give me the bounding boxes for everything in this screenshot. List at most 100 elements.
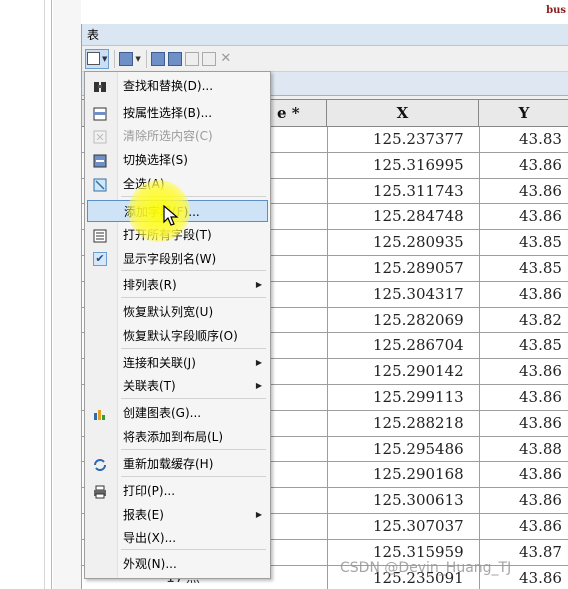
clear-selection-icon bbox=[93, 129, 107, 144]
menu-item[interactable]: ✔ 显示字段别名(W) bbox=[87, 248, 268, 270]
menu-item-label: 清除所选内容(C) bbox=[123, 129, 213, 143]
clear-selection-icon bbox=[184, 51, 199, 66]
column-header-label: X bbox=[396, 104, 409, 122]
menu-item-label: 恢复默认字段顺序(O) bbox=[123, 329, 238, 343]
x-cell: 125.311743 bbox=[373, 181, 464, 200]
x-cell: 125.299113 bbox=[373, 388, 464, 406]
binoculars-icon bbox=[93, 79, 107, 93]
menu-separator bbox=[121, 449, 266, 450]
submenu-arrow-icon: ▶ bbox=[255, 381, 262, 390]
y-cell: 43.86 bbox=[519, 388, 562, 406]
x-cell: 125.316995 bbox=[373, 155, 464, 174]
menu-separator bbox=[121, 270, 266, 271]
y-cell: 43.86 bbox=[519, 181, 562, 200]
bar-chart-icon bbox=[93, 406, 107, 420]
menu-item-label: 外观(N)... bbox=[123, 557, 177, 571]
x-cell: 125.290142 bbox=[373, 362, 464, 381]
table-options-icon bbox=[87, 52, 100, 65]
y-cell: 43.86 bbox=[519, 568, 562, 587]
menu-item[interactable]: 切换选择(S) bbox=[87, 149, 268, 171]
x-cell: 125.295486 bbox=[373, 439, 464, 458]
column-header-label: Y bbox=[518, 104, 530, 122]
printer-icon bbox=[93, 484, 107, 499]
menu-item[interactable]: 将表添加到布局(L) bbox=[87, 426, 268, 448]
menu-item[interactable]: 打印(P)... bbox=[87, 480, 268, 502]
menu-item-label: 切换选择(S) bbox=[123, 153, 188, 167]
menu-item[interactable]: 恢复默认字段顺序(O) bbox=[87, 325, 268, 347]
x-cell: 125.304317 bbox=[373, 284, 464, 303]
menu-separator bbox=[121, 549, 266, 550]
y-cell: 43.85 bbox=[519, 233, 562, 252]
menu-item-label: 将表添加到布局(L) bbox=[123, 430, 224, 444]
related-tables-icon bbox=[119, 51, 134, 66]
menu-item[interactable]: 创建图表(G)... bbox=[87, 402, 268, 424]
top-area: bus bbox=[81, 0, 568, 24]
select-by-attributes-button[interactable] bbox=[150, 49, 165, 69]
menu-item[interactable]: 排列表(R) ▶ bbox=[87, 274, 268, 296]
menu-item-label: 报表(E) bbox=[123, 508, 164, 522]
menu-item-label: 按属性选择(B)... bbox=[123, 106, 213, 120]
chevron-down-icon: ▼ bbox=[135, 54, 141, 63]
y-cell: 43.85 bbox=[519, 336, 562, 355]
submenu-arrow-icon: ▶ bbox=[255, 280, 262, 289]
column-header-y[interactable]: Y bbox=[479, 100, 568, 127]
menu-separator bbox=[121, 297, 266, 298]
select-by-attributes-icon bbox=[150, 51, 165, 66]
y-cell: 43.88 bbox=[519, 439, 562, 458]
x-cell: 125.286704 bbox=[373, 336, 464, 355]
table-toolbar: ▼ ▼ ✕ bbox=[82, 46, 568, 72]
panel-divider bbox=[44, 0, 45, 589]
zoom-to-selected-button[interactable] bbox=[201, 49, 216, 69]
menu-item-label: 打印(P)... bbox=[123, 484, 176, 498]
column-header-x[interactable]: X bbox=[327, 100, 479, 127]
menu-item[interactable]: 关联表(T) ▶ bbox=[87, 375, 268, 397]
menu-separator bbox=[121, 348, 266, 349]
menu-item-label: 显示字段别名(W) bbox=[123, 252, 217, 266]
table-options-button[interactable]: ▼ bbox=[85, 48, 110, 69]
menu-separator bbox=[121, 476, 266, 477]
zoom-to-selected-icon bbox=[201, 51, 216, 66]
menu-item[interactable]: 恢复默认列宽(U) bbox=[87, 301, 268, 323]
y-cell: 43.85 bbox=[519, 259, 562, 277]
gutter bbox=[53, 0, 81, 589]
x-cell: 125.290168 bbox=[373, 465, 464, 484]
menu-item-label: 创建图表(G)... bbox=[123, 406, 202, 420]
window-title: 表 bbox=[82, 24, 568, 46]
select-all-icon bbox=[93, 177, 107, 192]
menu-item[interactable]: 按属性选择(B)... bbox=[87, 102, 268, 124]
mouse-cursor-icon bbox=[163, 205, 179, 226]
menu-item[interactable]: 报表(E) ▶ bbox=[87, 504, 268, 526]
y-cell: 43.86 bbox=[519, 413, 562, 432]
menu-item-label: 排列表(R) bbox=[123, 278, 177, 292]
column-header-label: e * bbox=[277, 104, 300, 122]
refresh-icon bbox=[93, 457, 107, 471]
x-cell: 125.289057 bbox=[373, 259, 464, 277]
menu-item-label: 关联表(T) bbox=[123, 379, 176, 393]
fields-list-icon bbox=[93, 228, 107, 243]
x-cell: 125.300613 bbox=[373, 491, 464, 510]
submenu-arrow-icon: ▶ bbox=[255, 358, 262, 367]
menu-item[interactable]: 外观(N)... bbox=[87, 553, 268, 575]
y-cell: 43.86 bbox=[519, 362, 562, 381]
toolbar-separator bbox=[114, 49, 116, 68]
menu-item[interactable]: 查找和替换(D)... bbox=[87, 75, 268, 97]
menu-item[interactable]: 导出(X)... bbox=[87, 527, 268, 549]
menu-item-label: 连接和关联(J) bbox=[123, 356, 196, 370]
select-by-attributes-icon bbox=[93, 106, 107, 121]
submenu-arrow-icon: ▶ bbox=[255, 510, 262, 519]
y-cell: 43.86 bbox=[519, 284, 562, 303]
y-cell: 43.86 bbox=[519, 155, 562, 174]
menu-item[interactable]: 连接和关联(J) ▶ bbox=[87, 352, 268, 374]
menu-item-label: 恢复默认列宽(U) bbox=[123, 305, 214, 319]
switch-selection-button[interactable] bbox=[167, 49, 182, 69]
check-icon: ✔ bbox=[93, 252, 107, 266]
menu-item-label: 导出(X)... bbox=[123, 531, 177, 545]
menu-item[interactable]: 重新加载缓存(H) bbox=[87, 453, 268, 475]
related-tables-button[interactable]: ▼ bbox=[119, 49, 141, 69]
delete-selected-button[interactable]: ✕ bbox=[219, 49, 233, 69]
switch-selection-icon bbox=[167, 51, 182, 66]
x-cell: 125.280935 bbox=[373, 233, 464, 252]
left-panel bbox=[0, 0, 52, 589]
clear-selection-button[interactable] bbox=[184, 49, 199, 69]
menu-item[interactable]: 清除所选内容(C) bbox=[87, 125, 268, 147]
